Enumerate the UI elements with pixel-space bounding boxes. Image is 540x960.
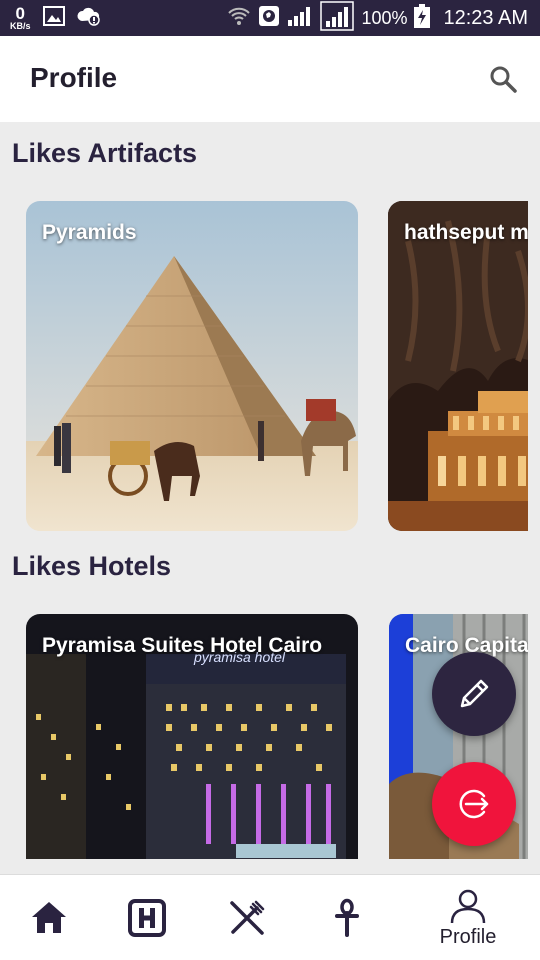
nav-artifacts[interactable] bbox=[307, 875, 387, 960]
ankh-icon bbox=[335, 898, 359, 937]
wifi-icon bbox=[227, 5, 251, 32]
clock: 12:23 AM bbox=[443, 6, 528, 29]
artifacts-carousel[interactable]: Pyramids hathseput m bbox=[26, 201, 528, 531]
person-icon bbox=[450, 889, 486, 923]
artifact-card-label: Pyramids bbox=[42, 221, 137, 244]
gallery-icon bbox=[42, 5, 65, 31]
artifact-card-pyramids[interactable]: Pyramids bbox=[26, 201, 358, 531]
search-icon bbox=[490, 66, 517, 93]
vpn-cloud-icon bbox=[76, 5, 101, 32]
network-speed-value: 0 bbox=[15, 4, 25, 23]
hotel-card-pyramisa[interactable]: pyramisa hotel Pyramisa Suites Hotel Cai… bbox=[26, 614, 358, 859]
pencil-icon bbox=[460, 679, 489, 708]
battery-percent: 100% bbox=[361, 7, 408, 28]
globe-icon bbox=[258, 5, 280, 32]
status-right: 100% 12:23 AM bbox=[227, 0, 528, 36]
status-left: 0 KB/s bbox=[10, 3, 101, 33]
section-title-hotels: Likes Hotels bbox=[12, 551, 172, 581]
nav-hotels[interactable] bbox=[107, 875, 187, 960]
signal-icon-1 bbox=[287, 5, 313, 32]
search-button[interactable] bbox=[486, 62, 520, 96]
battery-charging-icon bbox=[414, 3, 431, 33]
pyramids-image bbox=[26, 201, 358, 531]
nav-home[interactable] bbox=[9, 875, 89, 960]
restaurant-icon bbox=[230, 900, 265, 935]
logout-button[interactable] bbox=[432, 762, 516, 846]
network-speed-unit: KB/s bbox=[10, 21, 31, 31]
page-title: Profile bbox=[30, 62, 118, 93]
hotel-card-label: Pyramisa Suites Hotel Cairo bbox=[42, 634, 323, 657]
hatshepsut-temple-image bbox=[388, 201, 528, 531]
edit-profile-button[interactable] bbox=[432, 652, 516, 736]
hotel-icon bbox=[128, 899, 166, 937]
section-title-artifacts: Likes Artifacts bbox=[12, 138, 198, 168]
status-bar: 0 KB/s 100% 12:23 AM bbox=[0, 0, 540, 36]
nav-profile[interactable]: Profile bbox=[428, 875, 508, 960]
home-icon bbox=[32, 902, 66, 933]
signal-icon-2 bbox=[320, 0, 355, 36]
nav-profile-label: Profile bbox=[439, 925, 497, 948]
artifact-card-hatshepsut[interactable]: hathseput m bbox=[388, 201, 528, 531]
network-speed: 0 KB/s bbox=[10, 5, 31, 31]
artifact-card-label: hathseput m bbox=[404, 221, 528, 244]
bottom-navigation: Profile bbox=[0, 874, 540, 960]
app-bar: Profile bbox=[0, 36, 540, 122]
nav-restaurants[interactable] bbox=[207, 875, 287, 960]
logout-icon bbox=[459, 789, 489, 819]
